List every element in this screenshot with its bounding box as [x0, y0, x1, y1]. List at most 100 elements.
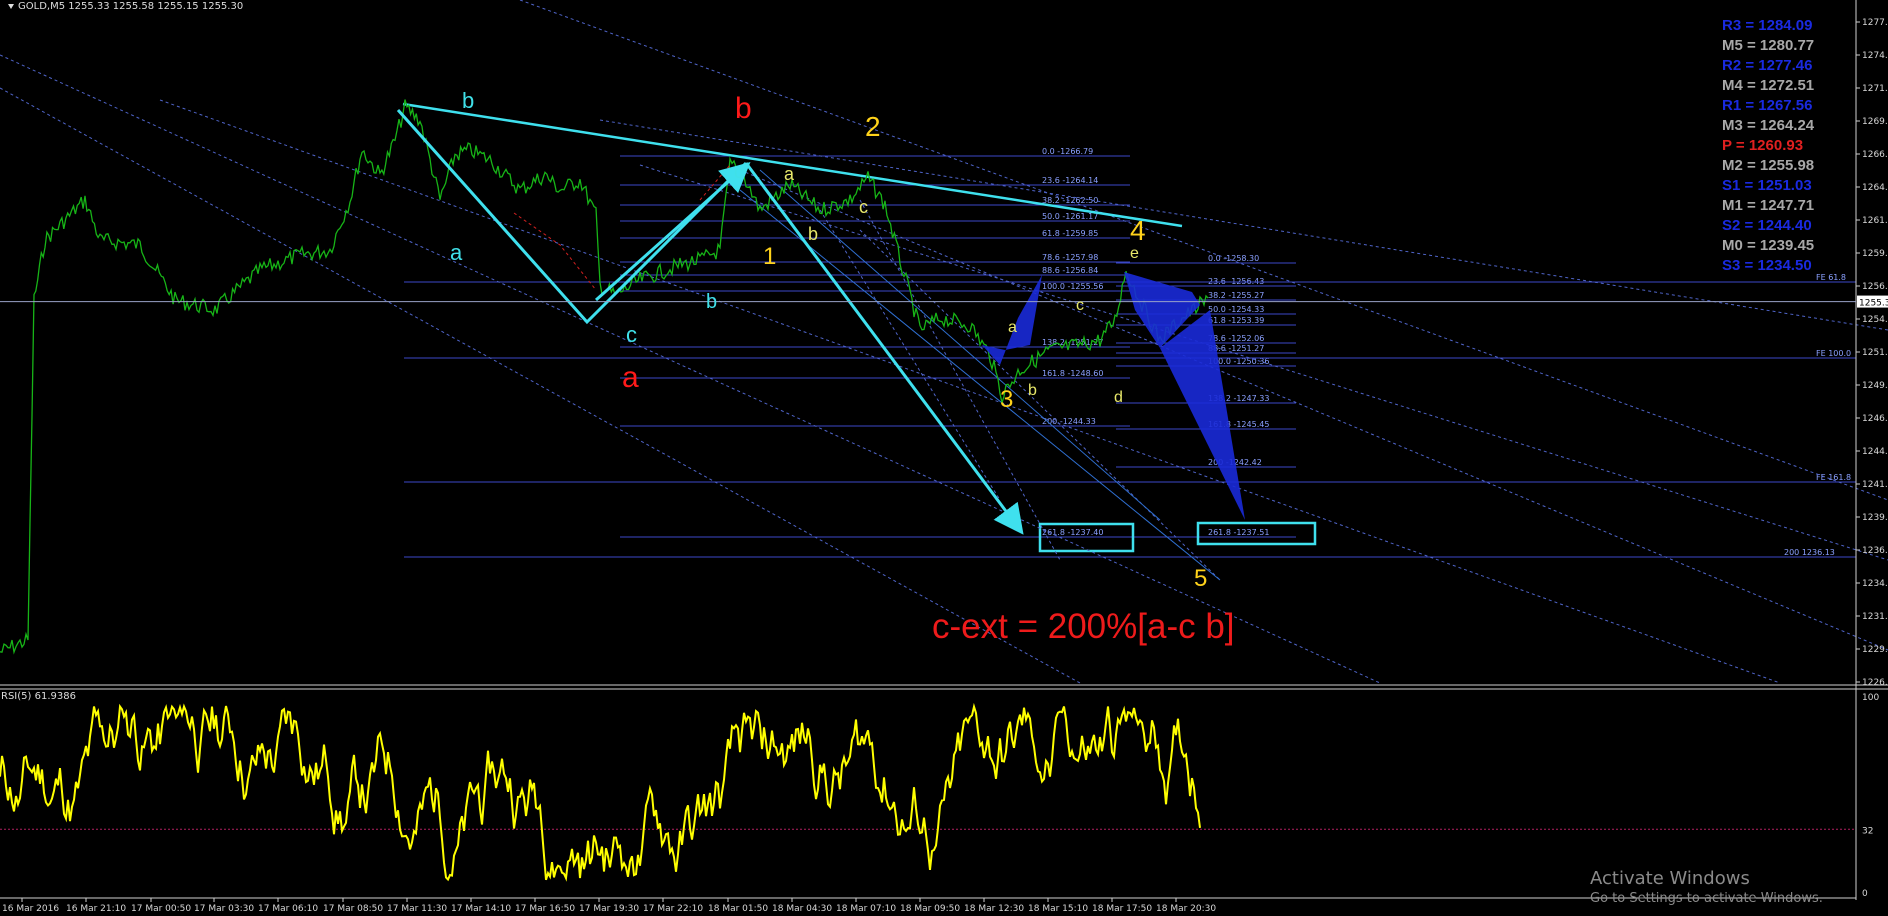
red-dashed-leg [513, 212, 597, 291]
wave-label: a [450, 240, 463, 265]
wave-arrow [595, 162, 751, 302]
y-tick-label: 1274.4 [1862, 51, 1888, 61]
activate-windows-watermark: Activate Windows Go to Settings to activ… [1590, 868, 1823, 906]
wave-label: b [808, 224, 818, 244]
y-tick-label: 1254.3 [1862, 315, 1888, 325]
x-tick-label: 18 Mar 17:50 [1092, 904, 1152, 914]
fib-level-label: 38.2 -1255.27 [1208, 291, 1264, 300]
pivot-level: S1 = 1251.03 [1722, 177, 1812, 194]
fib-level-label: 78.6 -1257.98 [1042, 253, 1098, 262]
fib-level-label: 50.0 -1261.17 [1042, 212, 1098, 221]
y-tick-label: 1246.7 [1862, 414, 1888, 424]
fibonacci-levels: 0.0 -1266.79 23.6 -1264.14 38.2 -1262.50 50… [404, 147, 1856, 558]
symbol-label: GOLD,M5 [18, 1, 66, 12]
ohlc-values: 1255.33 1255.58 1255.15 1255.30 [68, 1, 244, 12]
wave-label: b [1028, 382, 1037, 399]
pivot-level: M4 = 1272.51 [1722, 77, 1815, 94]
wave-label: c [859, 197, 868, 217]
wave-label: a [1008, 319, 1017, 336]
wave-label: b [706, 291, 717, 313]
x-tick-label: 17 Mar 00:50 [131, 904, 191, 914]
wave-label: c [626, 322, 637, 347]
c-extension-annotation: c-ext = 200%[a-c b] [932, 607, 1235, 646]
y-tick-label: 1251.7 [1862, 348, 1888, 358]
dashed-trendline [819, 209, 1001, 501]
x-tick-label: 17 Mar 08:50 [323, 904, 383, 914]
watermark-line2: Go to Settings to activate Windows. [1590, 891, 1823, 906]
pivot-level: M5 = 1280.77 [1722, 37, 1815, 54]
x-tick-label: 17 Mar 14:10 [451, 904, 511, 914]
axes: 1277.01274.41271.91269.41266.91264.31261… [0, 0, 1888, 914]
fib-level-label: 0.0 -1258.30 [1208, 254, 1259, 263]
chart-canvas: 0.0 -1266.7923.6 -1264.1438.2 -1262.5050… [0, 0, 1888, 914]
y-tick-label: 1239.1 [1862, 513, 1888, 523]
y-tick-label: 1259.3 [1862, 249, 1888, 259]
x-tick-label: 17 Mar 16:50 [515, 904, 575, 914]
dashed-trendline [639, 164, 1888, 561]
pivot-level: M1 = 1247.71 [1722, 197, 1815, 214]
x-tick-label: 18 Mar 15:10 [1028, 904, 1088, 914]
dashed-trendline [859, 199, 1061, 561]
price-series [0, 99, 1209, 655]
y-tick-label: 1269.4 [1862, 117, 1888, 127]
y-tick-label: 1229.0 [1862, 645, 1888, 655]
wave-label: 2 [865, 111, 881, 142]
pivot-level: P = 1260.93 [1722, 137, 1804, 154]
channel-line [739, 189, 1221, 581]
wave-label: 5 [1194, 565, 1207, 592]
y-tick-label: 1256.8 [1862, 282, 1888, 292]
fib-level-label: 100.0 -1255.56 [1042, 282, 1103, 291]
wave-label: d [1114, 389, 1123, 406]
rsi-scale-label: 100 [1862, 693, 1879, 703]
y-tick-label: 1241.6 [1862, 480, 1888, 490]
x-tick-label: 16 Mar 2016 [2, 904, 59, 914]
x-tick-label: 18 Mar 12:30 [964, 904, 1024, 914]
dashed-trendline [159, 99, 1781, 684]
rsi-scale-label: 0 [1862, 889, 1868, 899]
pivot-level: S3 = 1234.50 [1722, 257, 1812, 274]
chevron-down-icon[interactable] [8, 3, 14, 9]
wave-label: 4 [1130, 215, 1146, 246]
chart-header: GOLD,M5 1255.33 1255.58 1255.15 1255.30 [8, 1, 243, 12]
fib-level-label: 23.6 -1264.14 [1042, 176, 1098, 185]
fib-level-label: 50.0 -1254.33 [1208, 305, 1264, 314]
y-tick-label: 1264.3 [1862, 183, 1888, 193]
x-tick-label: 16 Mar 21:10 [66, 904, 126, 914]
wave-abc-line [396, 109, 748, 325]
current-price-label: 1255.3 [1859, 299, 1888, 309]
x-tick-label: 18 Mar 04:30 [772, 904, 832, 914]
price-line [0, 99, 1209, 655]
wave-label: a [622, 361, 639, 394]
wave-label: b [462, 88, 474, 113]
fib-level-label: 261.8 -1237.51 [1208, 528, 1269, 537]
rsi-line [0, 702, 1201, 882]
y-tick-label: 1231.5 [1862, 612, 1888, 622]
fib-level-label: 61.8 -1259.85 [1042, 229, 1098, 238]
y-tick-label: 1244.2 [1862, 447, 1888, 457]
fib-level-label: 38.2 -1262.50 [1042, 196, 1098, 205]
watermark-line1: Activate Windows [1590, 868, 1750, 889]
x-tick-label: 18 Mar 01:50 [708, 904, 768, 914]
y-tick-label: 1236.6 [1862, 546, 1888, 556]
fe-level-label: FE 61.8 [1816, 273, 1846, 282]
pivot-levels-panel: R3 = 1284.09 M5 = 1280.77 R2 = 1277.46 M4 =… [1722, 16, 1818, 276]
wave-label: b [735, 92, 752, 125]
y-tick-label: 1226.5 [1862, 678, 1888, 688]
fib-level-label: 200 -1244.33 [1042, 417, 1096, 426]
x-tick-label: 18 Mar 09:50 [900, 904, 960, 914]
pivot-level: R2 = 1277.46 [1722, 57, 1813, 74]
y-tick-label: 1271.9 [1862, 84, 1888, 94]
fe-level-label: 200 1236.13 [1784, 548, 1835, 557]
fib-level-label: 0.0 -1266.79 [1042, 147, 1093, 156]
dashed-trendline [739, 169, 1888, 651]
x-tick-label: 17 Mar 03:30 [194, 904, 254, 914]
trend-lines [0, 0, 1888, 684]
pivot-level: M2 = 1255.98 [1722, 157, 1815, 174]
y-tick-label: 1277.0 [1862, 18, 1888, 28]
x-tick-label: 17 Mar 22:10 [643, 904, 703, 914]
y-tick-label: 1249.2 [1862, 381, 1888, 391]
fib-level-label: 88.6 -1256.84 [1042, 266, 1098, 275]
wave-label: 3 [1000, 386, 1013, 413]
dashed-trendline [0, 87, 1081, 684]
x-tick-label: 18 Mar 20:30 [1156, 904, 1216, 914]
